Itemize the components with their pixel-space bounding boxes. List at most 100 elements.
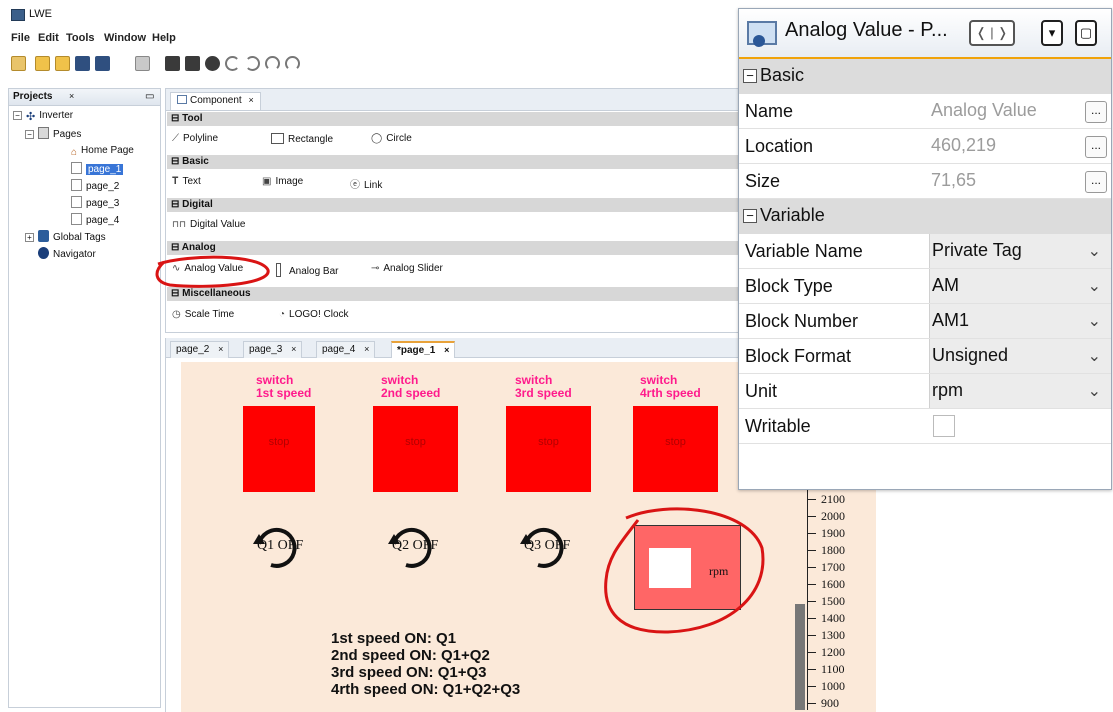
block-format-select[interactable]: Unsigned ⌄	[929, 339, 1111, 373]
menu-tools[interactable]: Tools	[66, 32, 95, 44]
tree-item-page-2[interactable]: page_2	[71, 179, 119, 195]
slider-icon: ⊸	[371, 263, 380, 274]
save-icon[interactable]	[75, 56, 90, 71]
maximize-button[interactable]: ▢	[1075, 20, 1097, 46]
component-circle[interactable]: ◯ Circle	[371, 133, 412, 144]
group-basic[interactable]: − Basic	[739, 59, 1111, 94]
title-bar: LWE	[0, 0, 740, 28]
item-label: Image	[275, 176, 304, 187]
tree-label: page_2	[86, 181, 120, 192]
group-variable[interactable]: − Variable	[739, 199, 1111, 234]
block-type-select[interactable]: AM ⌄	[929, 269, 1111, 303]
close-icon[interactable]: ×	[291, 344, 296, 354]
minimize-icon[interactable]: ▭	[145, 91, 154, 102]
tree-item-home-page[interactable]: ⌂ Home Page	[71, 145, 134, 161]
component-digital-value[interactable]: ⊓⊓ Digital Value	[172, 219, 245, 230]
scale-tick-label: 1000	[821, 679, 845, 693]
stop-button[interactable]: stop	[506, 406, 591, 492]
collapse-icon[interactable]: −	[743, 69, 757, 83]
prop-value[interactable]: 71,65...	[929, 164, 1111, 198]
expand-icon[interactable]: +	[25, 233, 34, 242]
projects-tab[interactable]: Projects × ▭	[9, 89, 160, 106]
stop-button[interactable]: stop	[243, 406, 315, 492]
paste-icon[interactable]	[135, 56, 150, 71]
tag-icon	[38, 230, 49, 242]
tree-item-page-1[interactable]: page_1	[71, 162, 124, 178]
page-icon	[71, 179, 82, 191]
ellipsis-button[interactable]: ...	[1085, 101, 1107, 123]
prop-row-unit: Unit rpm ⌄	[739, 374, 1111, 409]
menu-help[interactable]: Help	[152, 32, 176, 44]
scale-tick-mark	[808, 669, 816, 670]
close-icon[interactable]: ×	[218, 344, 223, 354]
digital-value-icon: ⊓⊓	[172, 219, 187, 229]
undo-icon[interactable]	[225, 56, 240, 71]
scale-axis	[807, 478, 808, 710]
open-folder-icon[interactable]	[35, 56, 50, 71]
prop-value-text: AM1	[932, 310, 970, 330]
menu-edit[interactable]: Edit	[38, 32, 59, 44]
close-icon[interactable]: ×	[248, 95, 253, 105]
block-number-select[interactable]: AM1 ⌄	[929, 304, 1111, 338]
prop-value[interactable]: Analog Value...	[929, 94, 1111, 128]
tab-page-1[interactable]: *page_1 ×	[391, 341, 456, 358]
monitor-icon[interactable]	[205, 56, 220, 71]
nav-arrows[interactable]: ❬ | ❭	[969, 20, 1015, 46]
close-icon[interactable]: ×	[364, 344, 369, 354]
switch-label: switch 3rd speed	[515, 374, 572, 400]
group-label: Variable	[760, 205, 825, 225]
prop-value[interactable]: 460,219...	[929, 129, 1111, 163]
ellipsis-button[interactable]: ...	[1085, 136, 1107, 158]
collapse-icon[interactable]: −	[25, 130, 34, 139]
dropdown-button[interactable]: ▾	[1041, 20, 1063, 46]
page-icon	[71, 162, 82, 174]
component-rectangle[interactable]: Rectangle	[271, 133, 333, 145]
writable-checkbox[interactable]	[933, 415, 955, 437]
section-digital[interactable]: ⊟ Digital	[167, 198, 739, 212]
component-logo-clock[interactable]: ◔ LOGO! Clock	[279, 309, 349, 320]
stop-button-label: stop	[538, 436, 559, 448]
tab-page-2[interactable]: page_2 ×	[170, 341, 230, 358]
page-icon	[71, 213, 82, 225]
menu-file[interactable]: File	[11, 32, 30, 44]
tree-item-page-4[interactable]: page_4	[71, 213, 119, 229]
upload-icon[interactable]	[185, 56, 200, 71]
tree-item-pages[interactable]: − Pages	[25, 127, 81, 143]
knob-label: Q1 OFF	[257, 538, 304, 553]
stop-button[interactable]: stop	[633, 406, 718, 492]
tree-item-inverter[interactable]: − ✣ Inverter	[13, 110, 73, 126]
open-recent-icon[interactable]	[55, 56, 70, 71]
component-analog-slider[interactable]: ⊸ Analog Slider	[371, 263, 443, 274]
redo-all-icon[interactable]	[285, 56, 300, 71]
scale-tick-mark	[808, 618, 816, 619]
stop-button[interactable]: stop	[373, 406, 458, 492]
component-text[interactable]: 𝐓 Text	[172, 176, 201, 187]
tree-item-global-tags[interactable]: + Global Tags	[25, 230, 106, 246]
tree-item-navigator[interactable]: Navigator	[38, 247, 96, 263]
save-as-icon[interactable]	[95, 56, 110, 71]
tree-item-page-3[interactable]: page_3	[71, 196, 119, 212]
section-tool[interactable]: ⊟ Tool	[167, 112, 739, 126]
component-analog-bar[interactable]: Analog Bar	[276, 263, 338, 277]
section-basic[interactable]: ⊟ Basic	[167, 155, 739, 169]
undo-all-icon[interactable]	[265, 56, 280, 71]
component-scale-time[interactable]: ◷ Scale Time	[172, 309, 234, 320]
switch-label-line: 3rd speed	[515, 386, 572, 400]
redo-icon[interactable]	[245, 56, 260, 71]
variable-name-select[interactable]: Private Tag ⌄	[929, 234, 1111, 268]
tab-page-3[interactable]: page_3 ×	[243, 341, 303, 358]
ellipsis-button[interactable]: ...	[1085, 171, 1107, 193]
unit-select[interactable]: rpm ⌄	[929, 374, 1111, 408]
component-tab[interactable]: Component ×	[170, 92, 261, 110]
component-image[interactable]: ▣ Image	[262, 176, 303, 187]
menu-window[interactable]: Window	[104, 32, 146, 44]
tab-page-4[interactable]: page_4 ×	[316, 341, 376, 358]
collapse-icon[interactable]: −	[743, 209, 757, 223]
download-icon[interactable]	[165, 56, 180, 71]
collapse-icon[interactable]: −	[13, 111, 22, 120]
new-file-icon[interactable]	[11, 56, 26, 71]
component-link[interactable]: ⓔ Link	[350, 176, 382, 191]
close-icon[interactable]: ×	[444, 345, 449, 355]
close-icon[interactable]: ×	[69, 91, 74, 101]
component-polyline[interactable]: ⟋ Polyline	[172, 133, 218, 144]
